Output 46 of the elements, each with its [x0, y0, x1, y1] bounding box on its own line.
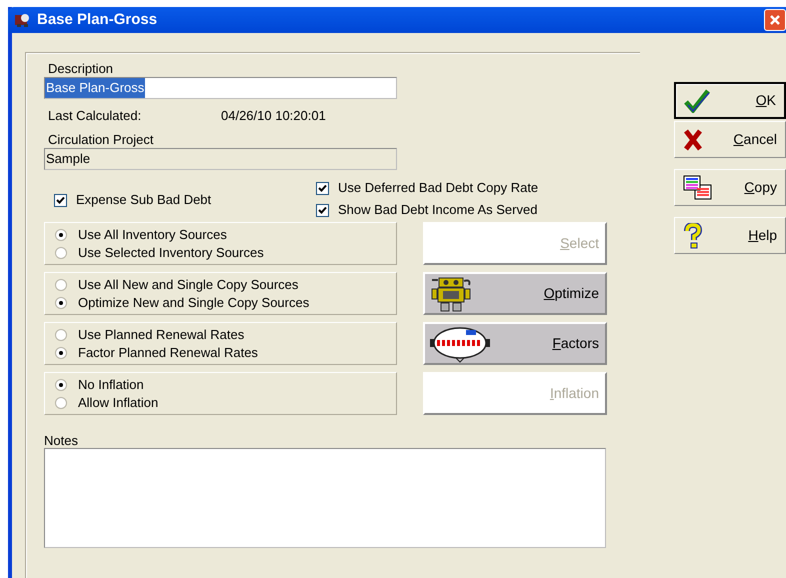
close-button[interactable] [764, 9, 786, 31]
field-label: Last Calculated: [48, 108, 142, 124]
notes-field[interactable] [44, 448, 606, 548]
radio-button[interactable] [55, 279, 67, 291]
window-title: Base Plan-Gross [37, 10, 158, 30]
radio-label: Use All Inventory Sources [78, 226, 227, 244]
field-label: Description [48, 61, 114, 77]
close-icon [769, 14, 781, 26]
radio-button[interactable] [55, 347, 67, 359]
radio-button[interactable] [55, 329, 67, 341]
radio-button[interactable] [55, 379, 67, 391]
radio-label: Use Planned Renewal Rates [78, 326, 244, 344]
radio-button[interactable] [55, 229, 67, 241]
timestamp-text: 04/26/10 10:20:01 [221, 108, 326, 124]
description-field[interactable]: Base Plan-Gross [44, 77, 397, 99]
field-label: Notes [44, 433, 79, 448]
field-label: Circulation Project [48, 132, 154, 148]
radio-label: Allow Inflation [78, 394, 158, 412]
checkbox-label: Show Bad Debt Income As Served [338, 202, 538, 218]
icon-button[interactable]: Factors [423, 322, 607, 365]
checkbox-label: Expense Sub Bad Debt [76, 192, 212, 208]
cross-icon [683, 128, 703, 150]
icon-button[interactable]: Optimize [423, 272, 607, 315]
radio-button[interactable] [55, 247, 67, 259]
radio-label: Use Selected Inventory Sources [78, 244, 264, 262]
speech-bubble-icon [429, 324, 491, 362]
field-value: Base Plan-Gross [45, 78, 146, 98]
dialog-button[interactable]: OK [674, 82, 786, 119]
dialog-button[interactable]: Help [674, 217, 786, 254]
copy-icon [683, 174, 713, 200]
app-icon [14, 12, 32, 28]
checkbox[interactable] [316, 182, 329, 194]
field-value: Sample [45, 150, 92, 168]
checkbox-label: Use Deferred Bad Debt Copy Rate [338, 180, 538, 196]
radio-button[interactable] [55, 397, 67, 409]
dialog-button[interactable]: Cancel [674, 121, 786, 158]
checkbox[interactable] [316, 204, 329, 216]
checkbox[interactable] [54, 194, 67, 206]
checkmark-icon [684, 88, 710, 112]
radio-label: No Inflation [78, 376, 144, 394]
radio-label: Use All New and Single Copy Sources [78, 276, 298, 294]
help-icon [683, 222, 703, 248]
radio-label: Factor Planned Renewal Rates [78, 344, 258, 362]
dialog-button[interactable]: Copy [674, 169, 786, 206]
radio-label: Optimize New and Single Copy Sources [78, 294, 310, 312]
radio-button[interactable] [55, 297, 67, 309]
